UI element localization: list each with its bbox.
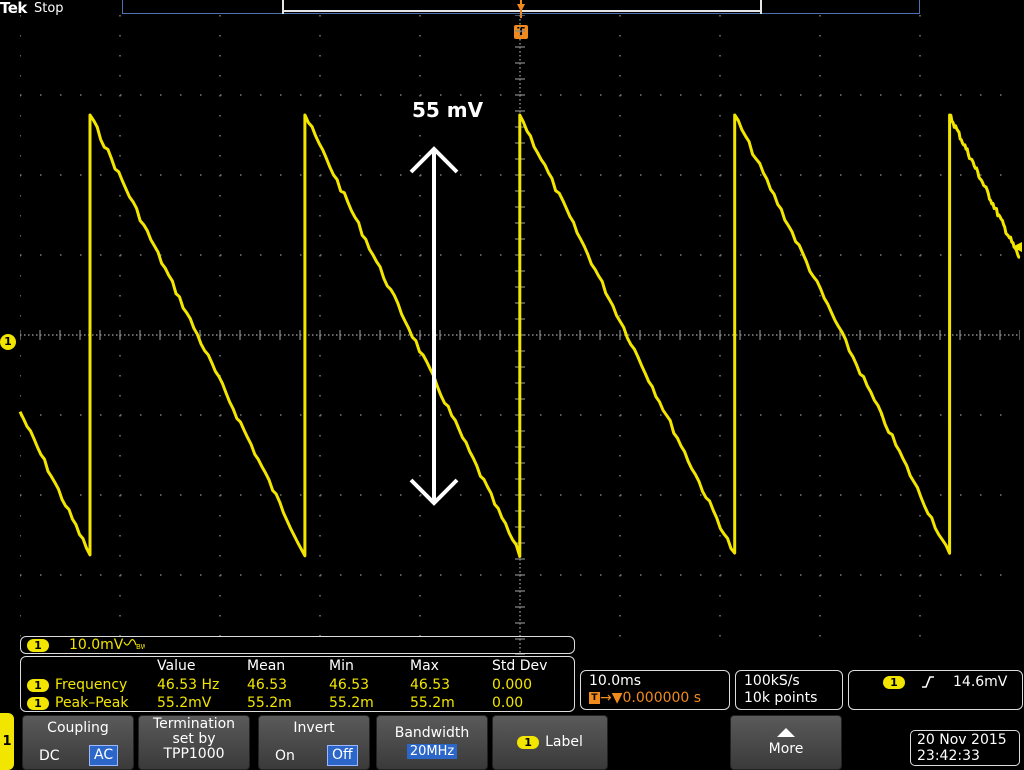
measurement-min: 46.53 bbox=[329, 677, 370, 693]
coupling-title: Coupling bbox=[47, 720, 109, 736]
invert-option-on: On bbox=[275, 748, 295, 764]
trigger-source-badge: 1 bbox=[883, 676, 905, 689]
termination-line1: Termination bbox=[152, 716, 236, 732]
channel1-badge: 1 bbox=[27, 679, 49, 692]
trigger-delay: T →▼0.000000 s bbox=[589, 690, 701, 707]
measurement-std-dev: 0.000 bbox=[492, 677, 533, 693]
bandwidth-value: 20MHz bbox=[406, 744, 458, 759]
channel1-scale-text: 10.0mV bbox=[69, 637, 124, 653]
menu-channel-tab[interactable]: 1 bbox=[0, 713, 14, 770]
measurement-value: 55.2mV bbox=[157, 695, 212, 711]
measurement-min: 55.2m bbox=[329, 695, 374, 711]
invert-button[interactable]: Invert On Off bbox=[258, 715, 370, 770]
sample-rate: 100kS/s bbox=[744, 673, 800, 689]
channel1-scale-value: 10.0mV BW bbox=[69, 637, 148, 654]
label-button[interactable]: 1 Label bbox=[492, 715, 608, 770]
measurement-row-frequency[interactable]: 1 Frequency 46.53 Hz 46.53 46.53 46.53 0… bbox=[21, 676, 576, 694]
bandwidth-value-wrap: 20MHz bbox=[377, 742, 487, 759]
channel1-badge: 1 bbox=[27, 697, 49, 710]
measurement-mean: 55.2m bbox=[247, 695, 292, 711]
measurement-mean: 46.53 bbox=[247, 677, 288, 693]
coupling-option-dc: DC bbox=[39, 748, 60, 764]
timebase-scale: 10.0ms bbox=[589, 673, 642, 689]
header-std-dev: Std Dev bbox=[492, 658, 548, 674]
trigger-delay-value: 0.000000 s bbox=[622, 690, 702, 706]
record-length: 10k points bbox=[744, 690, 818, 706]
acquisition-state: Stop bbox=[34, 1, 64, 16]
chevron-up-icon bbox=[777, 728, 795, 737]
arrow-right-icon: → bbox=[600, 690, 612, 706]
trigger-down-icon: ▼ bbox=[611, 690, 623, 706]
header-value: Value bbox=[157, 658, 196, 674]
label-title-wrap: 1 Label bbox=[493, 734, 607, 750]
header-max: Max bbox=[410, 658, 439, 674]
more-title: More bbox=[768, 741, 804, 757]
date-text: 20 Nov 2015 bbox=[917, 732, 1007, 748]
coupling-option-ac: AC bbox=[89, 745, 119, 766]
channel1-badge: 1 bbox=[27, 639, 49, 652]
amplitude-annotation: 55 mV bbox=[412, 98, 484, 122]
bandwidth-button[interactable]: Bandwidth 20MHz bbox=[376, 715, 488, 770]
channel1-ground-badge: 1 bbox=[0, 334, 16, 350]
measurement-value: 46.53 Hz bbox=[157, 677, 220, 693]
tek-logo: Tek bbox=[0, 0, 27, 17]
date-time-display: 20 Nov 2015 23:42:33 bbox=[910, 730, 1020, 766]
termination-line2: set by bbox=[172, 731, 216, 747]
termination-line3: TPP1000 bbox=[163, 746, 225, 762]
trigger-readout[interactable]: 1 14.6mV bbox=[848, 670, 1023, 710]
invert-title: Invert bbox=[293, 720, 335, 736]
svg-text:BW: BW bbox=[136, 643, 145, 651]
measurement-max: 55.2m bbox=[410, 695, 455, 711]
header-min: Min bbox=[329, 658, 354, 674]
rising-edge-icon bbox=[922, 676, 934, 688]
bandwidth-title: Bandwidth bbox=[394, 725, 470, 741]
termination-button[interactable]: Termination set by TPP1000 bbox=[138, 715, 250, 770]
channel1-badge: 1 bbox=[517, 735, 540, 749]
trigger-level-icon[interactable] bbox=[1010, 240, 1024, 254]
measurement-std-dev: 0.00 bbox=[492, 695, 524, 711]
more-button[interactable]: More bbox=[730, 715, 842, 770]
label-title: Label bbox=[545, 734, 583, 750]
timebase-readout[interactable]: 10.0ms T →▼0.000000 s bbox=[580, 670, 730, 710]
measurements-panel[interactable]: Value Mean Min Max Std Dev 1 Frequency 4… bbox=[20, 656, 575, 712]
measurement-name: Peak–Peak bbox=[55, 695, 129, 711]
measurement-name: Frequency bbox=[55, 677, 128, 693]
acquisition-readout[interactable]: 100kS/s 10k points bbox=[735, 670, 843, 710]
graticule bbox=[20, 15, 1020, 655]
bandwidth-limit-icon: BW bbox=[123, 639, 148, 651]
trigger-t-icon: T bbox=[589, 692, 600, 704]
measurement-max: 46.53 bbox=[410, 677, 451, 693]
header-mean: Mean bbox=[247, 658, 286, 674]
time-text: 23:42:33 bbox=[917, 748, 980, 764]
coupling-button[interactable]: Coupling DC AC bbox=[22, 715, 134, 770]
channel1-ground-marker[interactable]: 1 bbox=[0, 334, 20, 350]
trigger-level: 14.6mV bbox=[953, 674, 1008, 690]
termination-title: Termination set by TPP1000 bbox=[139, 717, 249, 762]
channel1-scale-readout[interactable]: 1 10.0mV BW bbox=[20, 636, 575, 654]
measurement-row-peak-peak[interactable]: 1 Peak–Peak 55.2mV 55.2m 55.2m 55.2m 0.0… bbox=[21, 694, 576, 712]
invert-option-off: Off bbox=[327, 745, 358, 766]
